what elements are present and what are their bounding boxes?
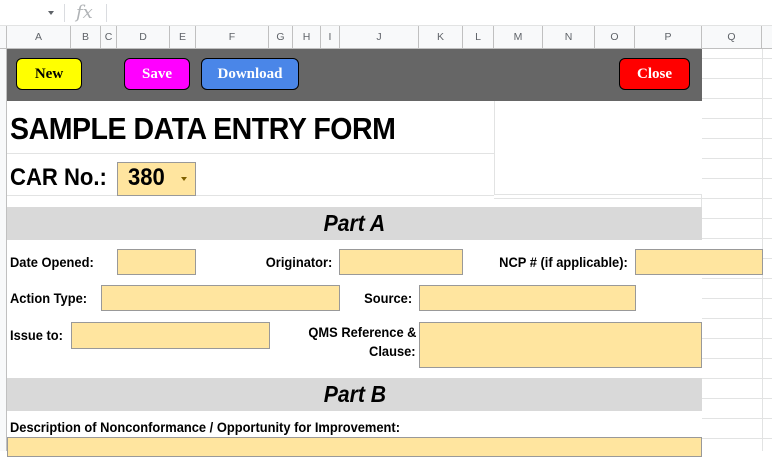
column-header-p[interactable]: P (635, 26, 702, 49)
column-header-o[interactable]: O (595, 26, 635, 49)
column-header-i[interactable]: I (321, 26, 340, 49)
column-header: A B C D E F G H I J K L M N O P Q (0, 26, 772, 49)
select-all-corner[interactable] (0, 26, 7, 49)
originator-field[interactable] (339, 249, 463, 275)
part-a-title: Part A (323, 210, 386, 236)
ncp-field[interactable] (635, 249, 763, 275)
form-title: SAMPLE DATA ENTRY FORM (10, 111, 396, 146)
action-type-label: Action Type: (10, 290, 88, 306)
column-header-l[interactable]: L (463, 26, 494, 49)
column-header-f[interactable]: F (196, 26, 269, 49)
form-toolbar (7, 49, 702, 101)
originator-label: Originator: (265, 254, 332, 270)
grid-line (7, 153, 494, 154)
save-button[interactable]: Save (124, 58, 190, 90)
column-header-b[interactable]: B (71, 26, 101, 49)
qms-clause-label: Clause: (369, 343, 416, 359)
source-field[interactable] (419, 285, 636, 311)
row-header[interactable] (0, 49, 7, 451)
part-b-header: Part B (7, 378, 702, 411)
column-header-q[interactable]: Q (702, 26, 762, 49)
description-label: Description of Nonconformance / Opportun… (10, 419, 401, 435)
column-header-n[interactable]: N (543, 26, 595, 49)
date-opened-field[interactable] (117, 249, 196, 275)
name-box-dropdown-icon[interactable] (48, 11, 54, 15)
description-field[interactable] (7, 437, 702, 457)
column-header-m[interactable]: M (494, 26, 543, 49)
chevron-down-icon[interactable] (181, 177, 187, 181)
formula-bar (0, 0, 772, 26)
source-label: Source: (364, 290, 412, 306)
column-header-g[interactable]: G (269, 26, 293, 49)
formula-bar-divider (106, 4, 107, 22)
qms-reference-field[interactable] (419, 322, 702, 368)
column-header-d[interactable]: D (117, 26, 170, 49)
issue-to-label: Issue to: (10, 327, 63, 343)
column-header-e[interactable]: E (170, 26, 196, 49)
close-button[interactable]: Close (619, 58, 690, 90)
new-button[interactable]: New (16, 58, 82, 90)
column-header-a[interactable]: A (7, 26, 71, 49)
part-a-header: Part A (7, 207, 702, 240)
ncp-label: NCP # (if applicable): (499, 254, 628, 270)
date-opened-label: Date Opened: (10, 254, 94, 270)
car-number-label: CAR No.: (10, 164, 107, 191)
column-header-c[interactable]: C (101, 26, 117, 49)
column-header-j[interactable]: J (340, 26, 419, 49)
column-header-k[interactable]: K (419, 26, 463, 49)
form-header-side (494, 101, 702, 195)
download-button[interactable]: Download (201, 58, 299, 90)
grid-line (7, 195, 494, 196)
action-type-field[interactable] (101, 285, 340, 311)
issue-to-field[interactable] (71, 322, 270, 349)
part-b-title: Part B (323, 381, 386, 407)
qms-reference-label: QMS Reference & (307, 324, 416, 340)
car-number-value: 380 (128, 164, 165, 191)
fx-icon: fx (76, 2, 93, 23)
column-header-h[interactable]: H (293, 26, 321, 49)
formula-bar-divider (64, 4, 65, 22)
